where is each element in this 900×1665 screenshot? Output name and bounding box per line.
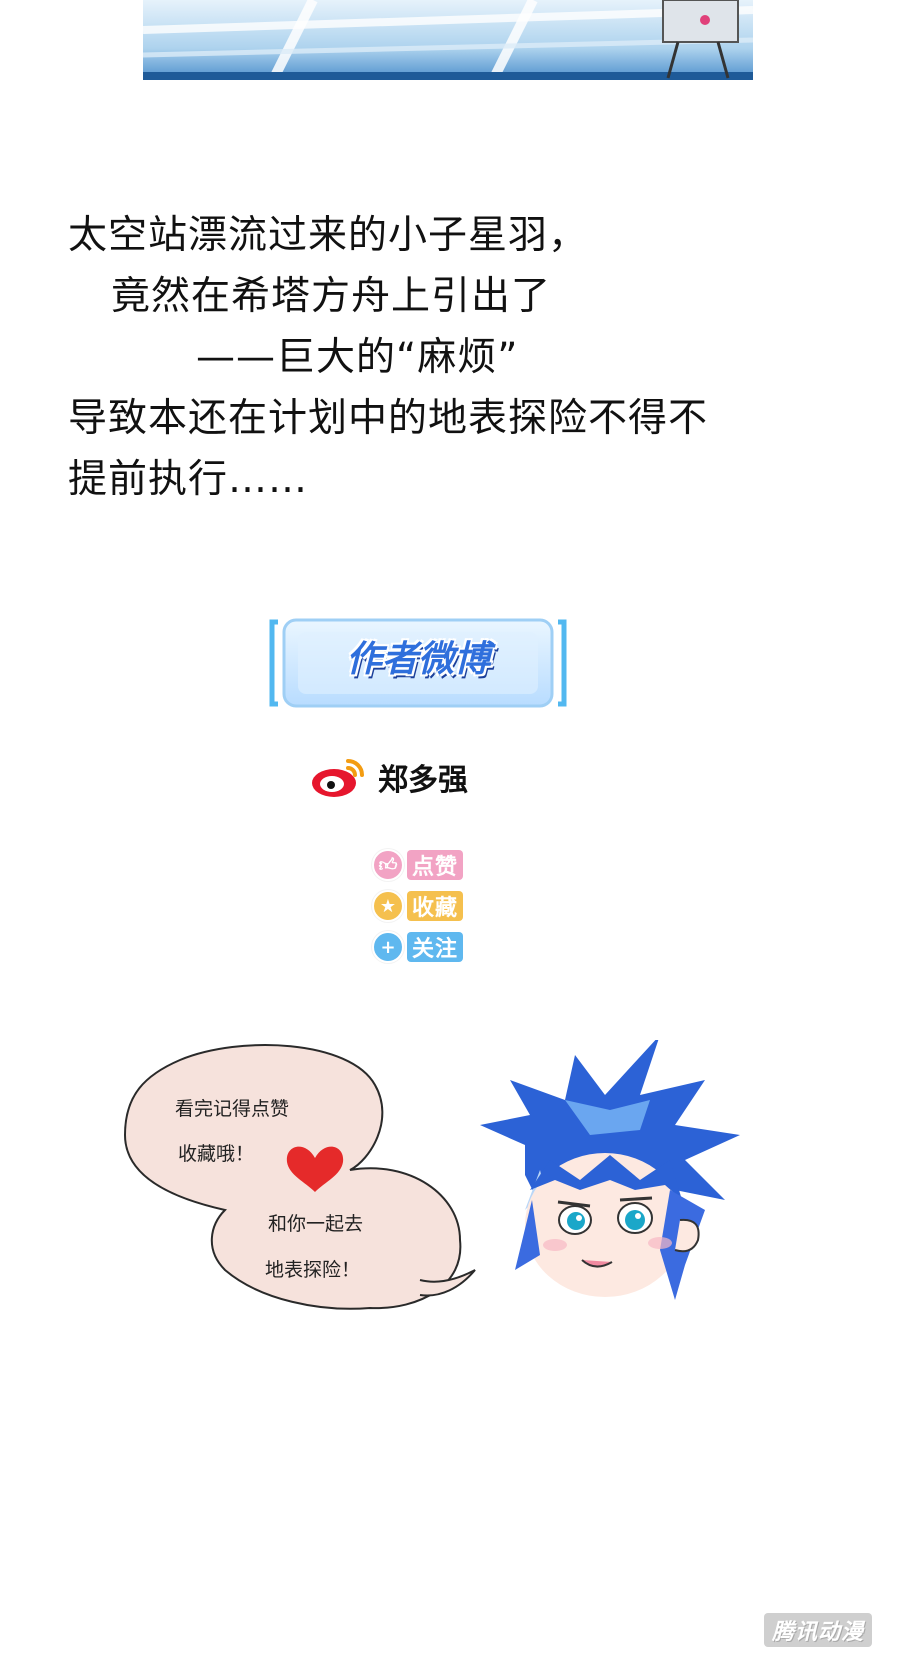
weibo-icon (312, 759, 364, 797)
story-line-4: 导致本还在计划中的地表探险不得不 (68, 396, 709, 441)
plus-icon: + (372, 931, 404, 963)
author-row[interactable]: 郑多强 (310, 755, 468, 799)
like-action[interactable]: 👍︎ 点赞 (372, 846, 482, 884)
follow-label: 关注 (407, 932, 464, 962)
bubble-line-4: 地表探险！ (265, 1259, 360, 1281)
star-icon: ★ (372, 890, 404, 922)
bubble-and-character: 看完记得点赞 收藏哦！ 和你一起去 地表探险！ (123, 1035, 740, 1310)
platform-watermark: 腾讯动漫 (763, 1613, 872, 1647)
speech-bubble: 看完记得点赞 收藏哦！ 和你一起去 地表探险！ (123, 1044, 476, 1310)
favorite-action[interactable]: ★ 收藏 (372, 887, 482, 925)
top-artwork-panel (143, 0, 753, 80)
story-line-2: 竟然在希塔方舟上引出了 (111, 274, 552, 319)
chibi-character (480, 1035, 740, 1300)
story-line-1: 太空站漂流过来的小子星羽， (68, 213, 589, 258)
window-grid-art (143, 0, 753, 80)
bubble-line-3: 和你一起去 (268, 1213, 363, 1235)
follow-action[interactable]: + 关注 (372, 928, 482, 966)
bubble-line-1: 看完记得点赞 (175, 1098, 289, 1120)
like-label: 点赞 (407, 850, 464, 880)
author-name: 郑多强 (378, 763, 468, 798)
bubble-line-2: 收藏哦！ (178, 1143, 254, 1165)
author-weibo-banner[interactable]: 作者微博 (268, 612, 568, 722)
banner-label: 作者微博 (345, 639, 490, 680)
story-line-5: 提前执行…… (68, 457, 309, 502)
action-stack: 👍︎ 点赞 ★ 收藏 + 关注 (372, 846, 482, 969)
favorite-label: 收藏 (407, 891, 464, 921)
character-illustration: 看完记得点赞 收藏哦！ 和你一起去 地表探险！ (120, 1035, 830, 1370)
story-text-block: 太空站漂流过来的小子星羽， 竟然在希塔方舟上引出了 ——巨大的“麻烦” 导致本还… (68, 205, 848, 510)
story-line-3: ——巨大的“麻烦” (196, 335, 519, 380)
thumbs-up-icon: 👍︎ (372, 849, 404, 881)
